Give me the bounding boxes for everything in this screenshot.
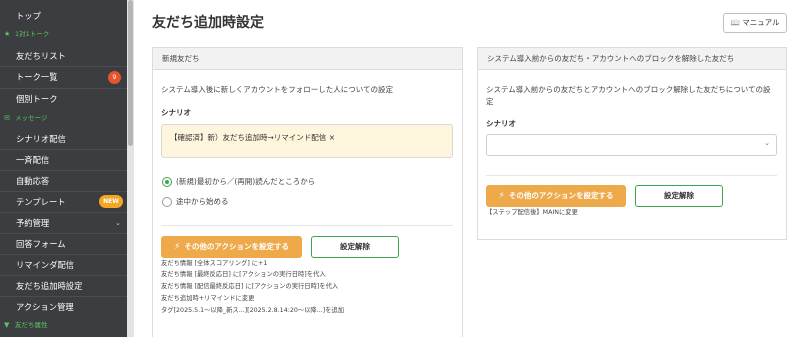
sidebar-item-label: 友だちリスト bbox=[16, 51, 66, 61]
action-summary-line: 【ステップ配信後】MAINに変更 bbox=[486, 209, 578, 216]
sidebar-section-label: メッセージ bbox=[15, 114, 48, 122]
radio-from-start[interactable] bbox=[162, 177, 172, 187]
card-description-line1: システム導入前からの友だちとアカウントへのブロック解除した友だちについての設 bbox=[486, 85, 771, 94]
sidebar-item-reminder[interactable]: リマインダ配信 bbox=[0, 255, 127, 275]
sidebar-item-action-management[interactable]: アクション管理 bbox=[0, 297, 127, 317]
sidebar-item-answer-form[interactable]: 回答フォーム bbox=[0, 234, 127, 254]
sidebar-item-auto-reply[interactable]: 自動応答 bbox=[0, 171, 127, 191]
action-summary-line: 友だち情報 [配信最終反応日] に[アクションの実行日時]を代入 bbox=[161, 283, 339, 290]
sidebar-item-label: シナリオ配信 bbox=[16, 134, 66, 144]
scenario-label: シナリオ bbox=[486, 119, 516, 128]
action-summary-line: タグ[2025.5.1〜以降_新ス...][2025.2.8.14:20〜以降.… bbox=[161, 307, 345, 314]
sidebar: トップ ★ 1対1トーク 友だちリスト トーク一覧 9 個別トーク ✉ メッセージ シ… bbox=[0, 0, 127, 337]
lightning-icon: ⚡ bbox=[498, 191, 505, 201]
sidebar-item-label: 個別トーク bbox=[16, 94, 58, 104]
divider bbox=[486, 175, 777, 176]
sidebar-item-label: テンプレート bbox=[16, 197, 66, 207]
scenario-label: シナリオ bbox=[161, 108, 191, 117]
sidebar-item-label: アクション管理 bbox=[16, 302, 74, 312]
sidebar-scrollbar[interactable] bbox=[127, 0, 134, 337]
sidebar-item-individual-talk[interactable]: 個別トーク bbox=[0, 89, 127, 109]
sidebar-item-label: トーク一覧 bbox=[16, 72, 58, 82]
sidebar-item-label: 自動応答 bbox=[16, 176, 50, 186]
radio-from-middle[interactable] bbox=[162, 197, 172, 207]
sidebar-item-reservation[interactable]: 予約管理 ⌄ bbox=[0, 213, 127, 233]
button-label: その他のアクションを設定する bbox=[184, 242, 289, 251]
action-summary-line: 友だち情報 [全体スコアリング] に+1 bbox=[161, 260, 268, 267]
sidebar-item-top[interactable]: トップ bbox=[0, 6, 127, 26]
unset-button[interactable]: 設定解除 bbox=[311, 236, 399, 258]
chevron-down-icon: ⌄ bbox=[115, 219, 121, 227]
scenario-value: 【確認済】新）友だち追加時→リマインド配信 bbox=[170, 133, 327, 142]
sidebar-section-label: 1対1トーク bbox=[15, 30, 50, 38]
sidebar-section-label: 友だち属性 bbox=[15, 321, 48, 329]
card-description: システム導入後に新しくアカウントをフォローした人についての設定 bbox=[161, 85, 394, 94]
button-label: その他のアクションを設定する bbox=[508, 191, 614, 200]
sidebar-item-template[interactable]: テンプレート NEW bbox=[0, 192, 127, 212]
remove-scenario-icon[interactable]: × bbox=[329, 133, 335, 142]
action-summary-line: 友だち情報 [最終反応日] に[アクションの実行日時]を代入 bbox=[161, 271, 326, 278]
sidebar-item-talk-list[interactable]: トーク一覧 9 bbox=[0, 67, 127, 87]
manual-button[interactable]: 📖 マニュアル bbox=[723, 13, 787, 33]
manual-button-label: マニュアル bbox=[742, 18, 780, 27]
star-icon: ★ bbox=[4, 30, 11, 38]
sidebar-item-label: トップ bbox=[16, 11, 41, 21]
page-title: 友だち追加時設定 bbox=[152, 15, 264, 31]
megaphone-icon: ✉ bbox=[4, 114, 10, 122]
sidebar-item-label: 回答フォーム bbox=[16, 239, 66, 249]
unset-button[interactable]: 設定解除 bbox=[635, 185, 723, 207]
radio-from-start-label: (新規)最初から／(再開)読んだところから bbox=[176, 177, 316, 186]
sidebar-item-label: 友だち追加時設定 bbox=[16, 281, 83, 291]
scenario-select[interactable]: ⌄ bbox=[486, 134, 777, 156]
set-other-action-button[interactable]: ⚡ その他のアクションを設定する bbox=[486, 185, 626, 207]
sidebar-item-scenario-delivery[interactable]: シナリオ配信 bbox=[0, 129, 127, 149]
card-header: 新規友だち bbox=[153, 48, 462, 70]
set-other-action-button[interactable]: ⚡ その他のアクションを設定する bbox=[161, 236, 302, 258]
card-description-line2: 定 bbox=[486, 97, 494, 106]
filter-icon: ▼ bbox=[4, 321, 10, 329]
sidebar-item-label: 一斉配信 bbox=[16, 155, 50, 165]
sidebar-section-one-on-one: ★ 1対1トーク bbox=[0, 27, 127, 41]
sidebar-item-friends-list[interactable]: 友だちリスト bbox=[0, 46, 127, 66]
unread-count-badge: 9 bbox=[108, 71, 121, 84]
card-header: システム導入前からの友だち・アカウントへのブロックを解除した友だち bbox=[478, 48, 786, 70]
sidebar-item-label: 予約管理 bbox=[16, 218, 50, 228]
sidebar-section-message: ✉ メッセージ bbox=[0, 111, 127, 125]
divider bbox=[161, 225, 453, 226]
action-summary-line: 友だち追加時+リマインドに変更 bbox=[161, 295, 255, 302]
sidebar-item-broadcast[interactable]: 一斉配信 bbox=[0, 150, 127, 170]
chevron-down-icon: ⌄ bbox=[764, 139, 770, 147]
new-badge: NEW bbox=[99, 195, 123, 208]
book-icon: 📖 bbox=[730, 18, 740, 27]
sidebar-item-friend-add-settings[interactable]: 友だち追加時設定 bbox=[0, 276, 127, 296]
lightning-icon: ⚡ bbox=[174, 242, 181, 252]
radio-from-middle-label: 途中から始める bbox=[176, 197, 229, 206]
scrollbar-thumb[interactable] bbox=[128, 0, 133, 146]
scenario-select[interactable]: 【確認済】新）友だち追加時→リマインド配信 × bbox=[161, 124, 453, 158]
sidebar-section-friend-attributes: ▼ 友だち属性 bbox=[0, 318, 127, 332]
sidebar-item-label: リマインダ配信 bbox=[16, 260, 75, 270]
